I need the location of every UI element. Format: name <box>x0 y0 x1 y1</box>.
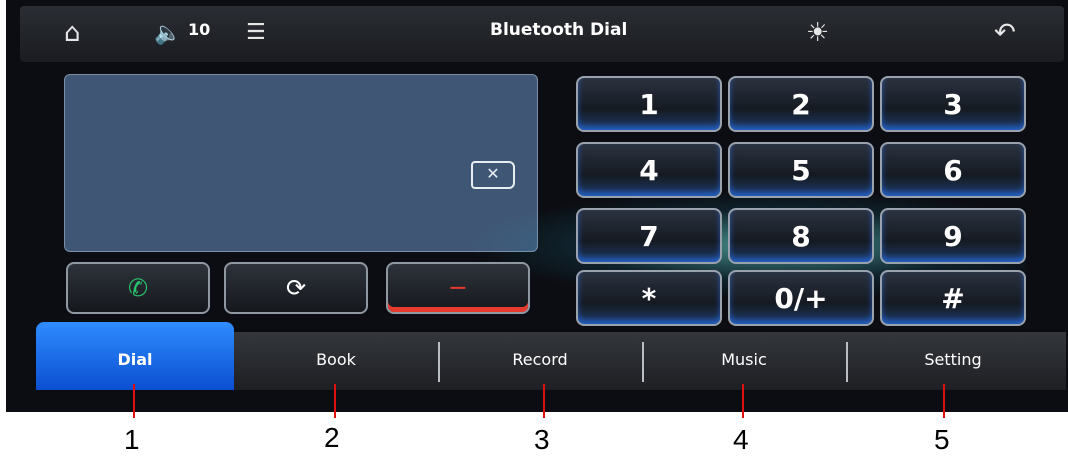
callout-4: 4 <box>733 424 749 455</box>
audio-transfer-button[interactable]: ⟳ <box>224 262 368 314</box>
answer-call-button[interactable]: ✆ <box>66 262 210 314</box>
key-4[interactable]: 4 <box>576 142 722 198</box>
key-3[interactable]: 3 <box>880 76 1026 132</box>
tab-dial[interactable]: Dial <box>36 322 234 390</box>
key-star[interactable]: * <box>576 270 722 326</box>
top-bar: ⌂ 🔈 10 ☰ Bluetooth Dial ☀ ↶ <box>20 6 1064 62</box>
bottom-tab-bar: Dial Book Record Music Setting <box>36 322 1066 390</box>
tab-music[interactable]: Music <box>644 332 844 390</box>
hang-up-button[interactable]: ─ <box>386 262 530 314</box>
key-9[interactable]: 9 <box>880 208 1026 264</box>
key-6[interactable]: 6 <box>880 142 1026 198</box>
page-title: Bluetooth Dial <box>490 20 628 40</box>
key-0-plus[interactable]: 0/+ <box>728 270 874 326</box>
key-2[interactable]: 2 <box>728 76 874 132</box>
key-7[interactable]: 7 <box>576 208 722 264</box>
key-hash[interactable]: # <box>880 270 1026 326</box>
key-8[interactable]: 8 <box>728 208 874 264</box>
callout-3: 3 <box>534 424 550 455</box>
key-5[interactable]: 5 <box>728 142 874 198</box>
key-1[interactable]: 1 <box>576 76 722 132</box>
equalizer-icon[interactable]: ☰ <box>246 18 266 48</box>
head-unit-screen: ⌂ 🔈 10 ☰ Bluetooth Dial ☀ ↶ ✕ ✆ ⟳ ─ 123 4… <box>6 0 1068 412</box>
tab-setting[interactable]: Setting <box>848 332 1058 390</box>
hangup-icon: ─ <box>450 274 466 302</box>
phone-icon: ✆ <box>127 274 149 302</box>
callout-line <box>334 384 336 418</box>
callout-5: 5 <box>934 424 950 455</box>
callout-line <box>943 384 945 418</box>
callout-line <box>543 384 545 418</box>
callout-line <box>742 384 744 418</box>
back-icon[interactable]: ↶ <box>994 18 1016 48</box>
brightness-icon[interactable]: ☀ <box>806 18 829 48</box>
callout-1: 1 <box>124 424 140 455</box>
tab-record[interactable]: Record <box>440 332 640 390</box>
callout-2: 2 <box>324 422 340 453</box>
home-icon[interactable]: ⌂ <box>64 18 81 48</box>
callout-line <box>133 384 135 418</box>
volume-icon[interactable]: 🔈 <box>154 19 181 49</box>
audio-transfer-icon: ⟳ <box>285 274 307 302</box>
backspace-icon[interactable]: ✕ <box>471 161 515 189</box>
volume-level: 10 <box>188 20 211 39</box>
tab-book[interactable]: Book <box>236 332 436 390</box>
